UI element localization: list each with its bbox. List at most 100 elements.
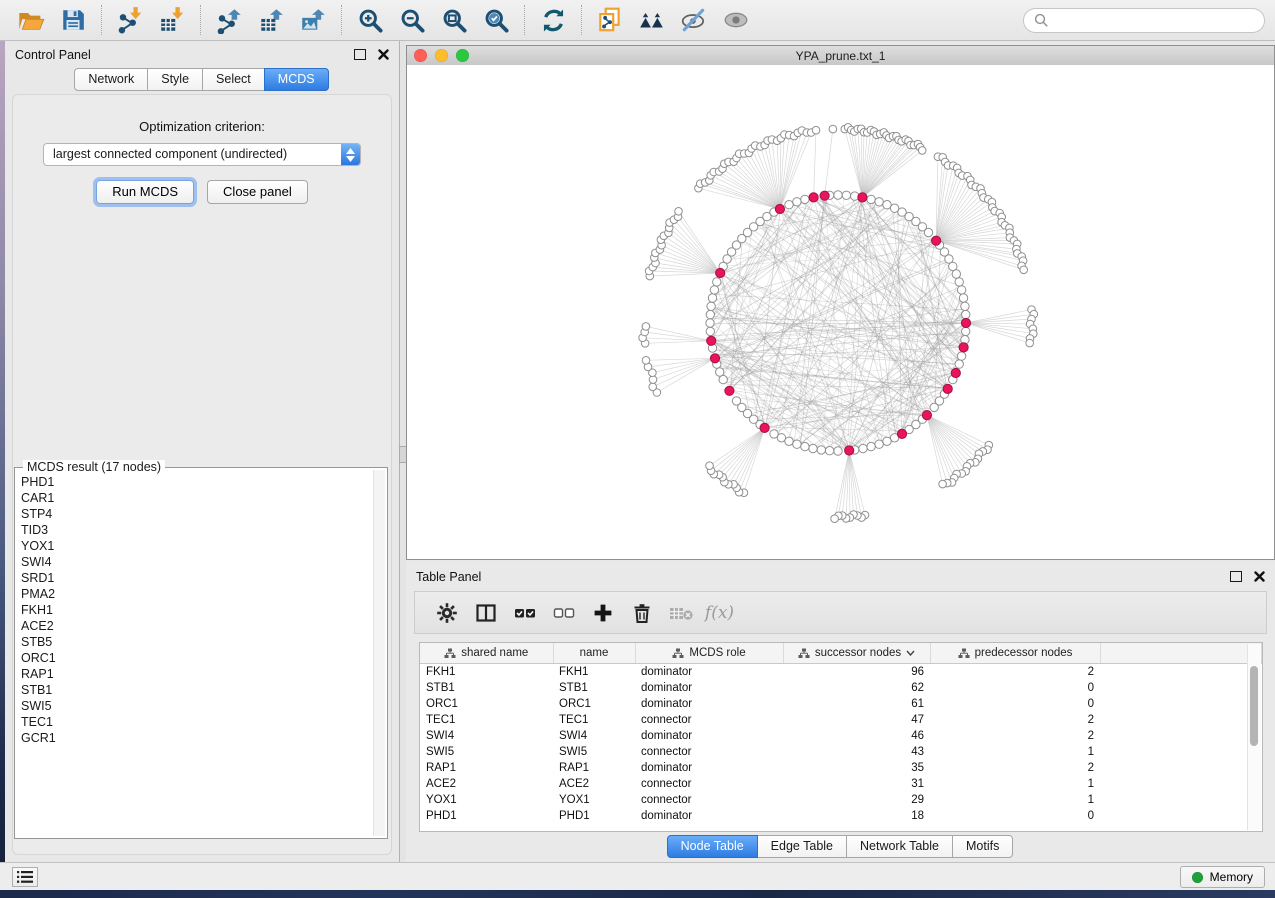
dominator-node[interactable] [961,318,970,327]
dominator-node[interactable] [858,193,867,202]
hide-selected-button[interactable] [673,3,715,37]
network-node[interactable] [842,191,850,199]
network-node[interactable] [952,270,960,278]
search-box[interactable] [1023,8,1265,33]
close-table-panel-icon[interactable] [1254,571,1265,582]
table-tab-node-table[interactable]: Node Table [667,835,758,858]
zoom-selected-button[interactable] [475,3,517,37]
show-hide-columns-button[interactable] [466,595,505,631]
leaf-node[interactable] [649,383,657,391]
network-node[interactable] [859,444,867,452]
table-row[interactable]: ACE2ACE2connector311 [420,776,1262,792]
network-node[interactable] [962,310,970,318]
criterion-dropdown[interactable]: largest connected component (undirected) [43,143,361,166]
network-node[interactable] [793,198,801,206]
network-node[interactable] [883,437,891,445]
network-node[interactable] [957,286,965,294]
table-mode-button[interactable] [427,595,466,631]
network-node[interactable] [957,352,965,360]
network-node[interactable] [707,302,715,310]
create-column-button[interactable] [583,595,622,631]
mcds-result-item[interactable]: CAR1 [21,490,371,506]
dominator-node[interactable] [897,429,906,438]
dominator-node[interactable] [809,193,818,202]
network-node[interactable] [793,440,801,448]
mcds-result-item[interactable]: ORC1 [21,650,371,666]
tab-network[interactable]: Network [74,68,148,91]
maximize-window-icon[interactable] [456,49,469,62]
network-node[interactable] [716,368,724,376]
leaf-node[interactable] [642,357,650,365]
memory-button[interactable]: Memory [1180,866,1265,888]
deselect-all-button[interactable] [544,595,583,631]
dominator-node[interactable] [922,411,931,420]
table-row[interactable]: TEC1TEC1connector472 [420,712,1262,728]
leaf-node[interactable] [675,208,683,216]
dominator-node[interactable] [959,343,968,352]
show-all-button[interactable] [715,3,757,37]
table-row[interactable]: RAP1RAP1dominator352 [420,760,1262,776]
dominator-node[interactable] [845,446,854,455]
mcds-result-item[interactable]: YOX1 [21,538,371,554]
close-panel-icon[interactable] [378,49,389,60]
network-node[interactable] [955,278,963,286]
network-node[interactable] [801,442,809,450]
table-tab-motifs[interactable]: Motifs [952,835,1013,858]
mcds-result-item[interactable]: TEC1 [21,714,371,730]
network-graph[interactable] [407,65,1274,559]
mcds-result-item[interactable]: SWI5 [21,698,371,714]
dominator-node[interactable] [775,204,784,213]
network-node[interactable] [706,327,714,335]
network-node[interactable] [732,397,740,405]
network-window-titlebar[interactable]: YPA_prune.txt_1 [407,46,1274,66]
leaf-node[interactable] [812,126,820,134]
column-header-name[interactable]: name [553,643,635,664]
table-row[interactable]: YOX1YOX1connector291 [420,792,1262,808]
import-table-button[interactable] [151,3,193,37]
mcds-result-item[interactable]: STP4 [21,506,371,522]
run-mcds-button[interactable]: Run MCDS [96,180,194,204]
leaf-node[interactable] [1026,339,1034,347]
mcds-result-item[interactable]: RAP1 [21,666,371,682]
export-table-button[interactable] [250,3,292,37]
network-node[interactable] [825,447,833,455]
network-node[interactable] [785,201,793,209]
column-header-predecessor-nodes[interactable]: predecessor nodes [930,643,1100,664]
network-node[interactable] [801,195,809,203]
leaf-node[interactable] [706,462,714,470]
network-node[interactable] [961,302,969,310]
network-node[interactable] [834,191,842,199]
network-node[interactable] [867,442,875,450]
network-node[interactable] [959,294,967,302]
float-panel-icon[interactable] [354,49,366,60]
network-node[interactable] [770,430,778,438]
table-scrollbar[interactable] [1247,644,1261,830]
network-node[interactable] [706,310,714,318]
network-node[interactable] [710,286,718,294]
column-header-MCDS-role[interactable]: MCDS role [635,643,783,664]
leaf-node[interactable] [642,323,650,331]
zoom-out-button[interactable] [391,3,433,37]
network-node[interactable] [924,228,932,236]
leaf-node[interactable] [918,147,926,155]
network-node[interactable] [817,446,825,454]
mcds-result-item[interactable]: TID3 [21,522,371,538]
dominator-node[interactable] [943,384,952,393]
table-scrollbar-thumb[interactable] [1250,666,1258,746]
float-table-panel-icon[interactable] [1230,571,1242,582]
network-node[interactable] [930,403,938,411]
open-session-button[interactable] [10,3,52,37]
dominator-node[interactable] [716,268,725,277]
select-all-button[interactable] [505,595,544,631]
leaf-node[interactable] [939,480,947,488]
mcds-result-item[interactable]: FKH1 [21,602,371,618]
close-panel-button[interactable]: Close panel [207,180,308,204]
table-row[interactable]: ORC1ORC1dominator610 [420,696,1262,712]
dominator-node[interactable] [725,386,734,395]
table-tab-network-table[interactable]: Network Table [846,835,953,858]
dominator-node[interactable] [707,336,716,345]
table-tab-edge-table[interactable]: Edge Table [757,835,847,858]
dominator-node[interactable] [820,191,829,200]
mcds-result-item[interactable]: PMA2 [21,586,371,602]
mcds-result-item[interactable]: GCR1 [21,730,371,746]
